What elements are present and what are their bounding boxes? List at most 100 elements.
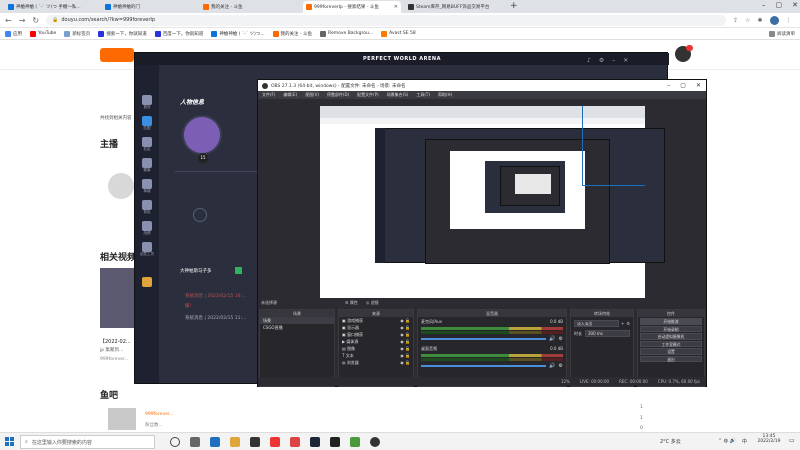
bookmark-newtab[interactable]: 新标签页 — [64, 30, 90, 37]
filters-button[interactable]: ◎ 滤镜 — [366, 300, 379, 306]
duration-input[interactable]: 300 ms — [585, 330, 630, 337]
steam-icon[interactable] — [250, 437, 260, 447]
share-icon[interactable]: ⇪ — [733, 17, 738, 24]
source-item[interactable]: ▶ 媒体源 ◉ 🔓 — [339, 338, 413, 345]
game-nav-label[interactable]: 战绩 — [135, 231, 159, 236]
start-virtual-camera-button[interactable]: 启动虚拟摄像机 — [640, 333, 702, 340]
netease-icon[interactable] — [290, 437, 300, 447]
start-recording-button[interactable]: 开始录制 — [640, 325, 702, 332]
player-avatar[interactable] — [182, 115, 222, 155]
video-author[interactable]: 999forever... — [100, 357, 129, 362]
minimize-icon[interactable]: – — [667, 82, 670, 89]
input-language[interactable]: 中 — [742, 438, 747, 445]
gear-icon[interactable]: ⚙ — [559, 336, 563, 342]
tray-icons[interactable]: ⌃ ◍ 🔊 — [718, 438, 736, 444]
close-icon[interactable]: ✕ — [623, 57, 628, 64]
browser-tab[interactable]: Steam库存_网易BUFF饰品交易平台 — [405, 1, 505, 13]
bookmark-removebg[interactable]: Remove Backgrou... — [320, 30, 373, 37]
reload-icon[interactable]: ↻ — [32, 16, 39, 25]
close-icon[interactable]: ✕ — [696, 82, 701, 89]
browser-tab[interactable]: 神槍神槍 ( ˙-˙ ツ)つ 手機～私... — [5, 1, 83, 13]
source-item[interactable]: ◍ 浏览器 ◉ 🔓 — [339, 359, 413, 366]
windows-start-icon[interactable] — [5, 437, 14, 446]
start-streaming-button[interactable]: 开始推流 — [640, 318, 702, 325]
feed-item[interactable]: 系统消息 | 2022/02/15 16:... — [185, 293, 246, 299]
clock[interactable]: 13:45 2022/2/19 — [752, 434, 786, 444]
eye-icon[interactable]: ◉ 🔓 — [400, 359, 413, 366]
home-icon[interactable] — [142, 95, 152, 105]
workshop-icon[interactable] — [142, 242, 152, 252]
source-item[interactable]: ▣ 游戏捕获 ◉ 🔓 — [339, 317, 413, 324]
add-transition-icon[interactable]: + — [621, 321, 624, 326]
close-icon[interactable]: ✕ — [792, 1, 798, 9]
menu-edit[interactable]: 编辑(E) — [283, 92, 297, 98]
back-icon[interactable]: ← — [5, 16, 12, 25]
video-thumbnail[interactable] — [100, 268, 136, 328]
scene-item[interactable]: CSGO直播 — [260, 324, 334, 331]
game-nav-label[interactable]: 赛事 — [135, 168, 159, 173]
maximize-icon[interactable]: ▢ — [680, 82, 686, 89]
studio-mode-button[interactable]: 工作室模式 — [640, 340, 702, 347]
music-icon[interactable] — [270, 437, 280, 447]
obs-preview[interactable] — [320, 106, 665, 299]
weather-widget[interactable]: 2°C 多云 — [660, 438, 681, 445]
game-nav-label[interactable]: 首页 — [135, 105, 159, 110]
edge-icon[interactable] — [210, 437, 220, 447]
settings-icon[interactable]: ⚙ — [599, 57, 604, 64]
app-icon[interactable] — [330, 437, 340, 447]
bookmark-blog[interactable]: 神槍神槍 ( ˙-˙ ツ)つ... — [211, 30, 265, 37]
minimize-icon[interactable]: – — [762, 1, 766, 9]
obs-taskbar-icon[interactable] — [370, 437, 380, 447]
stats-icon[interactable] — [142, 221, 152, 231]
anchor-avatar[interactable] — [108, 173, 134, 199]
task-view-icon[interactable] — [170, 437, 180, 447]
menu-tools[interactable]: 工具(T) — [416, 92, 430, 98]
game-nav-label[interactable]: 社区 — [135, 147, 159, 152]
game-launcher-icon[interactable] — [350, 437, 360, 447]
notification-icon[interactable]: ▭ — [789, 437, 795, 444]
minimize-icon[interactable]: – — [612, 57, 615, 64]
bookmark-baidu-2[interactable]: 百度一下，你就知道 — [154, 30, 203, 37]
menu-icon[interactable]: ⋮ — [786, 17, 792, 24]
eye-icon[interactable]: ◉ 🔓 — [400, 352, 413, 359]
game-nav-label[interactable]: 商城 — [135, 189, 159, 194]
game-nav-label[interactable]: 背包 — [135, 210, 159, 215]
bookmark-apps[interactable]: 应用 — [5, 30, 22, 37]
url-input[interactable]: 🔒 douyu.com/search/?kw=999foreverIp — [46, 14, 727, 26]
menu-help[interactable]: 帮助(H) — [438, 92, 452, 98]
browser-tab[interactable]: 神槍神槍的门 — [102, 1, 180, 13]
gear-icon[interactable]: ⚙ — [559, 363, 563, 369]
source-item[interactable]: ▣ 窗口捕获 ◉ 🔓 — [339, 331, 413, 338]
friend-slot-icon[interactable] — [193, 208, 207, 222]
eye-icon[interactable]: ◉ 🔓 — [400, 324, 413, 331]
forward-icon[interactable]: → — [19, 16, 26, 25]
eye-icon[interactable]: ◉ 🔓 — [400, 317, 413, 324]
volume-slider[interactable] — [421, 338, 547, 340]
exit-button[interactable]: 退出 — [640, 355, 702, 362]
preview-selection-box[interactable] — [582, 106, 645, 186]
taskbar-search[interactable]: ⌕ 在这里输入你要搜索的内容 — [20, 435, 155, 449]
video-title[interactable]: 【2022-02... — [100, 338, 131, 345]
source-item[interactable]: T 文本 ◉ 🔓 — [339, 352, 413, 359]
menu-file[interactable]: 文件(F) — [262, 92, 275, 98]
bell-icon[interactable]: ♪ — [587, 57, 591, 64]
source-item[interactable]: ▤ 图像 ◉ 🔓 — [339, 345, 413, 352]
eye-icon[interactable]: ◉ 🔓 — [400, 331, 413, 338]
settings-button[interactable]: 设置 — [640, 348, 702, 355]
new-tab-button[interactable]: + — [510, 1, 518, 11]
close-tab-icon[interactable]: ✕ — [394, 4, 398, 10]
fishbar-user[interactable]: 999forever... — [145, 412, 174, 417]
events-icon[interactable] — [142, 158, 152, 168]
site-logo[interactable] — [100, 48, 134, 62]
bookmark-youtube[interactable]: YouTube — [30, 30, 56, 37]
widgets-icon[interactable] — [190, 437, 200, 447]
volume-slider[interactable] — [421, 365, 547, 367]
scene-item[interactable]: 场景 — [260, 317, 334, 324]
star-icon[interactable]: ☆ — [745, 17, 750, 24]
eye-icon[interactable]: ◉ 🔓 — [400, 338, 413, 345]
profile-avatar[interactable] — [769, 15, 779, 25]
bookmark-avast[interactable]: Avast SE 58 — [381, 30, 416, 37]
rank-emblem-icon[interactable] — [142, 277, 152, 287]
speaker-icon[interactable]: 🔊 — [549, 336, 555, 342]
properties-button[interactable]: ⚙ 属性 — [345, 300, 358, 306]
